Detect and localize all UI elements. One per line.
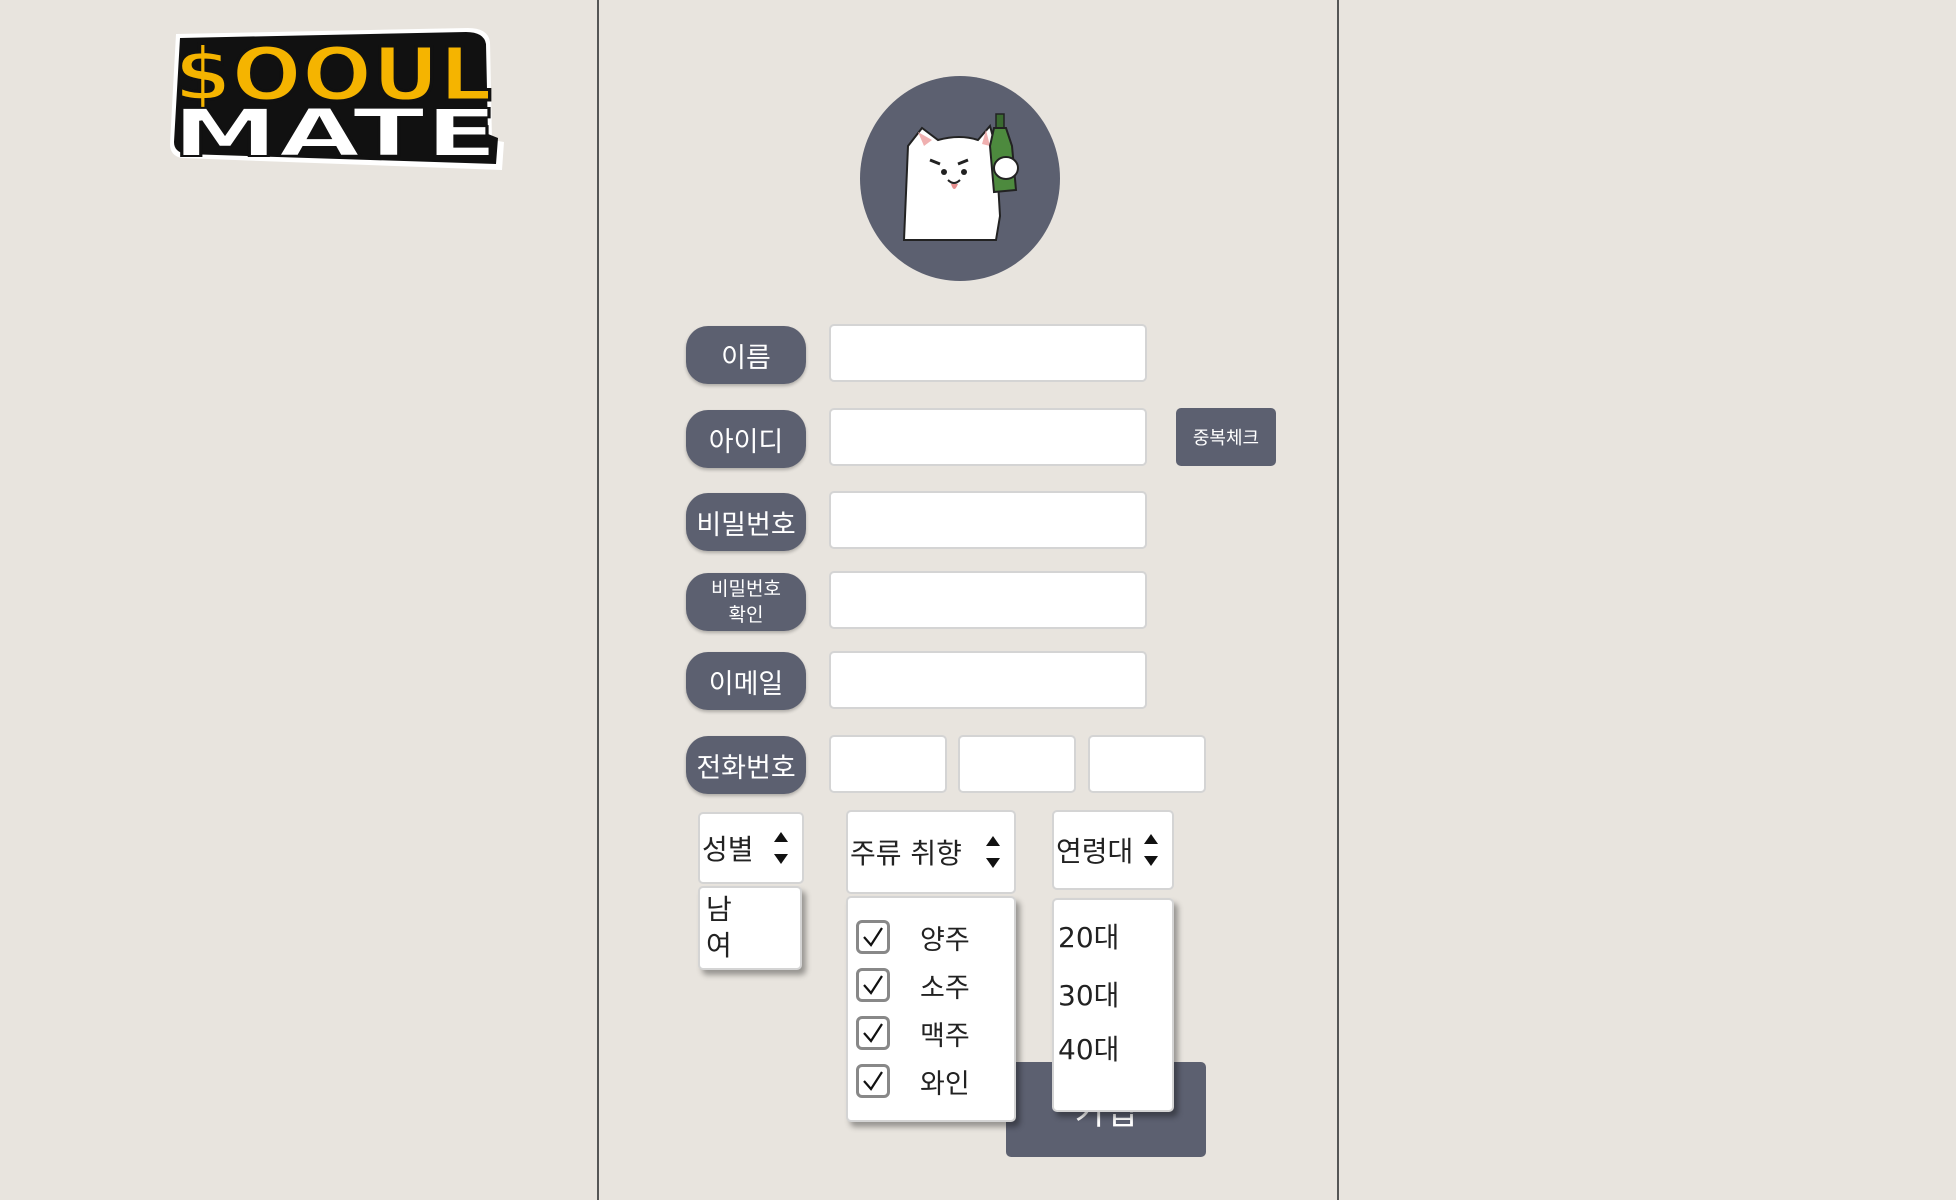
age-option-20s[interactable]: 20대 [1058, 916, 1119, 956]
email-input[interactable] [829, 651, 1147, 709]
checkbox[interactable] [856, 1016, 890, 1050]
drink-option-soju[interactable]: 소주 [856, 964, 970, 1006]
age-group-select-label: 연령대 [1056, 835, 1134, 868]
password-confirm-input[interactable] [829, 571, 1147, 629]
gender-dropdown: 남 여 [698, 886, 802, 970]
password-label: 비밀번호 [686, 493, 806, 551]
sort-arrows-icon [1142, 830, 1160, 870]
age-option-40s[interactable]: 40대 [1058, 1028, 1119, 1068]
drink-option-whisky[interactable]: 양주 [856, 916, 970, 958]
drink-option-label: 양주 [920, 924, 970, 956]
age-option-30s[interactable]: 30대 [1058, 974, 1119, 1014]
drink-option-label: 소주 [920, 972, 970, 1004]
cat-with-bottle-icon [902, 113, 1019, 241]
id-input[interactable] [829, 408, 1147, 466]
password-confirm-label-line1: 비밀번호 [711, 578, 781, 600]
left-divider [597, 0, 599, 1200]
checkmark-icon [863, 1023, 883, 1043]
right-divider [1337, 0, 1339, 1200]
gender-select[interactable]: 성별 [698, 812, 804, 884]
phone-input-1[interactable] [829, 735, 947, 793]
gender-option-male[interactable]: 남 [706, 888, 732, 928]
drink-preference-select-label: 주류 취향 [850, 837, 962, 870]
password-confirm-label: 비밀번호 확인 [686, 573, 806, 631]
drink-preference-select[interactable]: 주류 취향 [846, 810, 1016, 894]
email-label: 이메일 [686, 652, 806, 710]
sort-arrows-icon [984, 832, 1002, 872]
drink-preference-dropdown: 양주 소주 맥주 와인 [846, 896, 1016, 1122]
checkmark-icon [863, 1071, 883, 1091]
age-group-select[interactable]: 연령대 [1052, 810, 1174, 890]
logo[interactable]: $OOUL MATE [168, 22, 504, 170]
checkbox[interactable] [856, 968, 890, 1002]
logo-line2: MATE [172, 95, 498, 170]
name-input[interactable] [829, 324, 1147, 382]
id-label: 아이디 [686, 410, 806, 468]
drink-option-beer[interactable]: 맥주 [856, 1012, 970, 1054]
name-label: 이름 [686, 326, 806, 384]
age-group-dropdown: 20대 30대 40대 [1052, 898, 1174, 1112]
duplicate-check-button[interactable]: 중복체크 [1176, 408, 1276, 466]
drink-option-label: 맥주 [920, 1020, 970, 1052]
checkmark-icon [863, 927, 883, 947]
password-input[interactable] [829, 491, 1147, 549]
checkbox[interactable] [856, 1064, 890, 1098]
checkmark-icon [863, 975, 883, 995]
checkbox[interactable] [856, 920, 890, 954]
sort-arrows-icon [772, 828, 790, 868]
drink-option-label: 와인 [920, 1068, 970, 1100]
phone-label: 전화번호 [686, 736, 806, 794]
drink-option-wine[interactable]: 와인 [856, 1060, 970, 1102]
gender-option-female[interactable]: 여 [706, 924, 732, 964]
gender-select-label: 성별 [702, 833, 754, 866]
password-confirm-label-line2: 확인 [728, 604, 764, 626]
profile-avatar [860, 76, 1060, 281]
phone-input-2[interactable] [958, 735, 1076, 793]
phone-input-3[interactable] [1088, 735, 1206, 793]
